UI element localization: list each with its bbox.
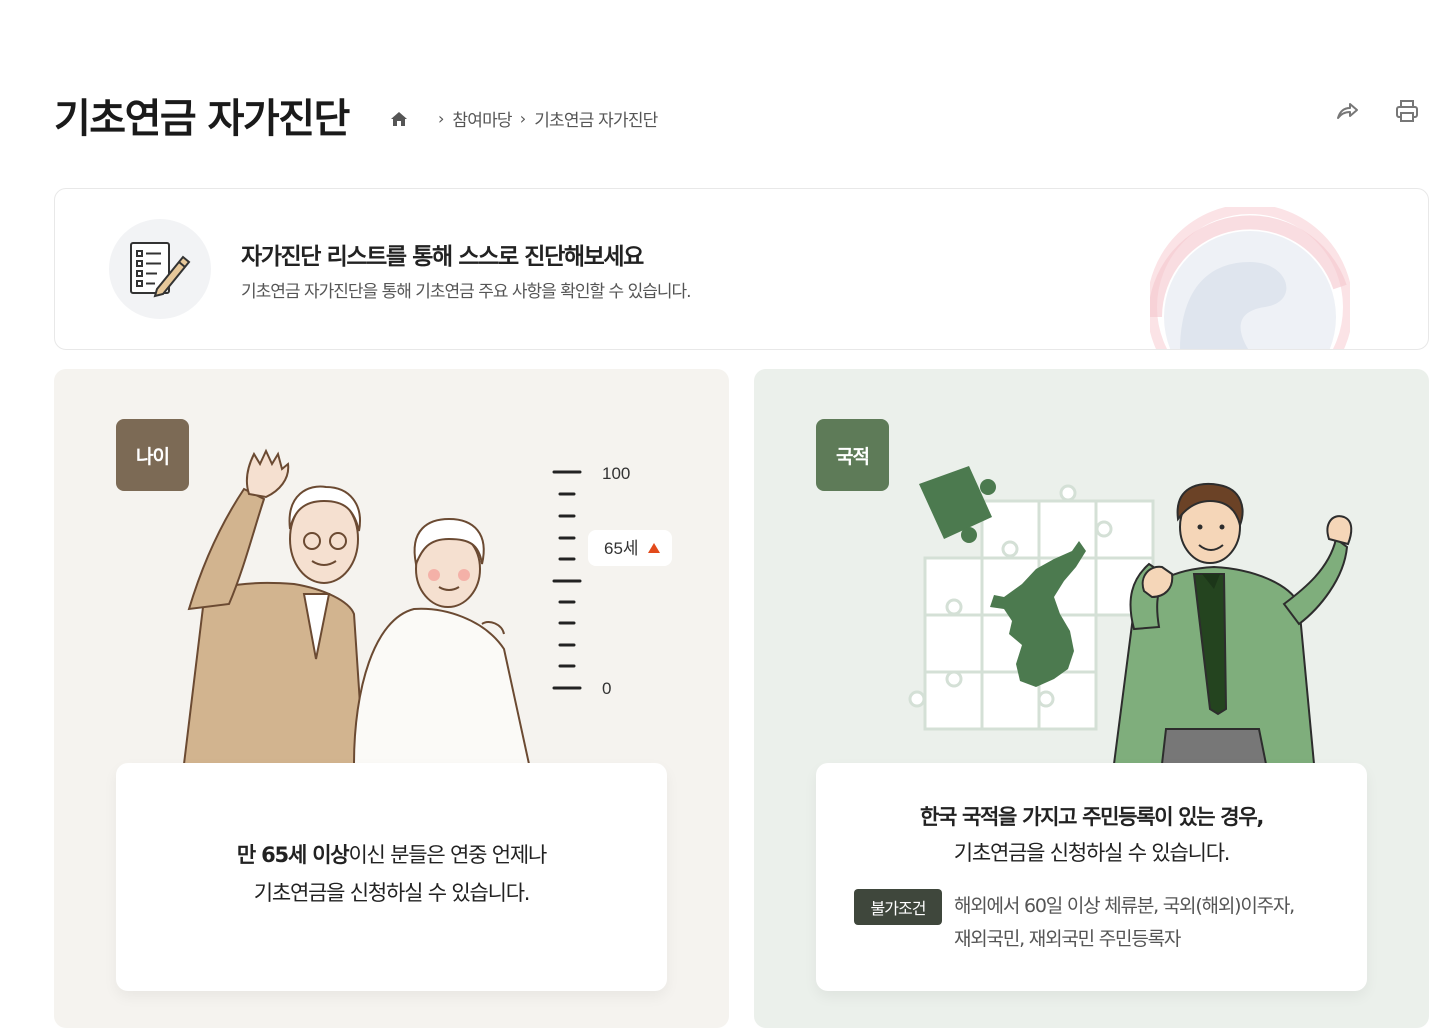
condition-line-1: 해외에서 60일 이상 체류분, 국외(해외)이주자, — [954, 895, 1295, 917]
age-info-bold: 만 65세 이상 — [236, 843, 350, 867]
page-title: 기초연금 자가진단 — [54, 96, 350, 142]
share-icon[interactable] — [1334, 98, 1360, 124]
nationality-criteria-card: 국적 한국 국적을 가지고 주민등록이 있는 경우, 기초연금을 신청하실 수 … — [754, 369, 1429, 1028]
condition-tag: 불가조건 — [854, 889, 942, 925]
scale-min-label: 0 — [602, 679, 611, 698]
page-actions — [1334, 98, 1420, 124]
age-info-rest: 이신 분들은 연중 언제나 — [348, 843, 547, 867]
age-info-line-1: 만 65세 이상이신 분들은 연중 언제나 — [116, 839, 667, 869]
age-badge: 나이 — [116, 419, 189, 491]
intro-subtext: 기초연금 자가진단을 통해 기초연금 주요 사항을 확인할 수 있습니다. — [241, 282, 692, 302]
breadcrumb: › 참여마당 › 기초연금 자가진단 — [388, 106, 658, 131]
nationality-subheading: 기초연금을 신청하실 수 있습니다. — [953, 841, 1231, 865]
checklist-pencil-icon — [109, 219, 211, 319]
taegeuk-emblem-watermark — [1147, 204, 1353, 349]
age-info-box: 만 65세 이상이신 분들은 연중 언제나 기초연금을 신청하실 수 있습니다. — [116, 763, 667, 991]
breadcrumb-item-current: 기초연금 자가진단 — [534, 111, 658, 131]
condition-line-2: 재외국민, 재외국민 주민등록자 — [954, 928, 1181, 950]
nationality-heading: 한국 국적을 가지고 주민등록이 있는 경우, — [919, 805, 1264, 829]
nationality-info-box: 한국 국적을 가지고 주민등록이 있는 경우, 기초연금을 신청하실 수 있습니… — [816, 763, 1367, 991]
scale-max-label: 100 — [602, 464, 630, 483]
age-info-line-2: 기초연금을 신청하실 수 있습니다. — [253, 881, 531, 905]
nationality-badge: 국적 — [816, 419, 889, 491]
age-criteria-card: 100 0 65세 나이 만 65세 이상이신 분들은 연중 언제나 기초연금을… — [54, 369, 729, 1028]
print-icon[interactable] — [1394, 98, 1420, 124]
intro-banner: 자가진단 리스트를 통해 스스로 진단해보세요 기초연금 자가진단을 통해 기초… — [54, 188, 1429, 350]
home-icon[interactable] — [388, 108, 410, 130]
age-marker-label: 65세 — [604, 539, 639, 558]
breadcrumb-item-participation[interactable]: 참여마당 — [452, 106, 512, 131]
intro-headline: 자가진단 리스트를 통해 스스로 진단해보세요 — [241, 244, 644, 270]
chevron-right-icon: › — [519, 109, 527, 128]
chevron-right-icon: › — [438, 109, 445, 128]
